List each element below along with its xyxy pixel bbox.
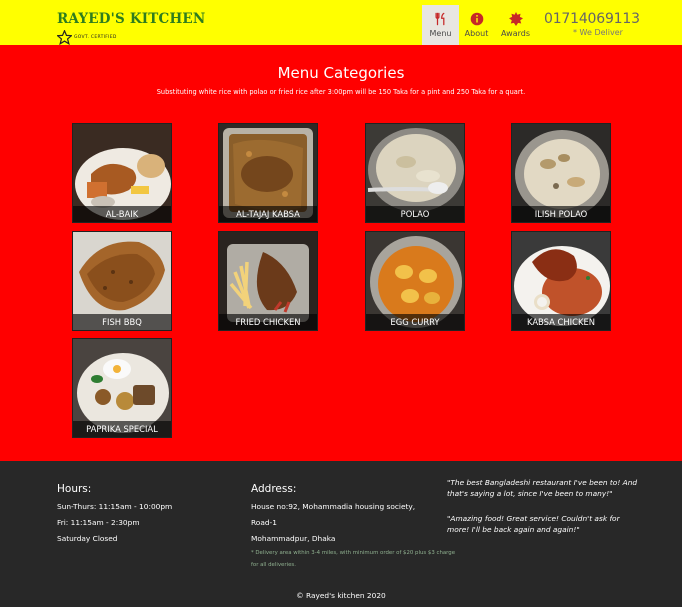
page-title: Menu Categories <box>277 64 405 82</box>
nav-awards[interactable]: Awards <box>497 5 534 45</box>
hours-line: Sun-Thurs: 11:15am - 10:00pm <box>57 502 173 511</box>
hours-line: Fri: 11:15am - 2:30pm <box>57 518 140 527</box>
category-label: KABSA CHICKEN <box>512 314 610 330</box>
address-line: Mohammadpur, Dhaka <box>251 534 336 543</box>
nav-menu[interactable]: Menu <box>422 5 459 45</box>
site-footer: Hours: Sun-Thurs: 11:15am - 10:00pm Fri:… <box>0 461 682 607</box>
category-label: PAPRIKA SPECIAL <box>73 421 171 437</box>
category-card-fish-bbq[interactable]: FISH BBQ <box>72 231 172 331</box>
category-label: POLAO <box>366 206 464 222</box>
testimonial: "Amazing food! Great service! Couldn't a… <box>447 514 620 534</box>
deliver-note: * We Deliver <box>573 28 623 37</box>
star-icon <box>57 30 72 45</box>
certified-label: GOVT. CERTIFIED <box>74 35 117 40</box>
page-subtitle: Substituting white rice with polao or fr… <box>156 88 526 96</box>
category-label: FISH BBQ <box>73 314 171 330</box>
category-card-al-tajaj-kabsa[interactable]: AL-TAJAJ KABSA <box>218 123 318 223</box>
category-label: AL-BAIK <box>73 206 171 222</box>
category-card-fried-chicken[interactable]: FRIED CHICKEN <box>218 231 318 331</box>
nav-awards-label: Awards <box>501 29 530 38</box>
copyright: © Rayed's kitchen 2020 <box>296 591 386 600</box>
hours-title: Hours: <box>57 483 92 495</box>
address-title: Address: <box>251 483 297 495</box>
address-line: Road-1 <box>251 518 277 527</box>
category-label: EGG CURRY <box>366 314 464 330</box>
brand-logo[interactable]: RAYED'S KITCHEN <box>57 11 205 27</box>
utensils-icon <box>434 12 444 26</box>
category-card-kabsa-chicken[interactable]: KABSA CHICKEN <box>511 231 611 331</box>
category-card-polao[interactable]: POLAO <box>365 123 465 223</box>
category-label: ILISH POLAO <box>512 206 610 222</box>
category-label: FRIED CHICKEN <box>219 314 317 330</box>
badge-icon <box>508 12 523 26</box>
category-card-paprika-special[interactable]: PAPRIKA SPECIAL <box>72 338 172 438</box>
nav-about[interactable]: About <box>458 5 495 45</box>
site-header: RAYED'S KITCHEN GOVT. CERTIFIED Menu Abo… <box>0 0 682 45</box>
govt-certified-badge: GOVT. CERTIFIED <box>57 30 117 45</box>
category-card-ilish-polao[interactable]: ILISH POLAO <box>511 123 611 223</box>
info-icon <box>470 12 483 26</box>
category-label: AL-TAJAJ KABSA <box>219 206 317 222</box>
nav-about-label: About <box>464 29 489 38</box>
phone-number[interactable]: 01714069113 <box>544 11 640 27</box>
address-line: House no:92, Mohammadia housing society, <box>251 502 416 511</box>
nav-menu-label: Menu <box>429 29 452 38</box>
delivery-note: * Delivery area within 3-4 miles, with m… <box>251 550 456 568</box>
testimonial: "The best Bangladeshi restaurant I've be… <box>447 478 638 498</box>
hours-line: Saturday Closed <box>57 534 118 543</box>
category-card-egg-curry[interactable]: EGG CURRY <box>365 231 465 331</box>
category-card-al-baik[interactable]: AL-BAIK <box>72 123 172 223</box>
